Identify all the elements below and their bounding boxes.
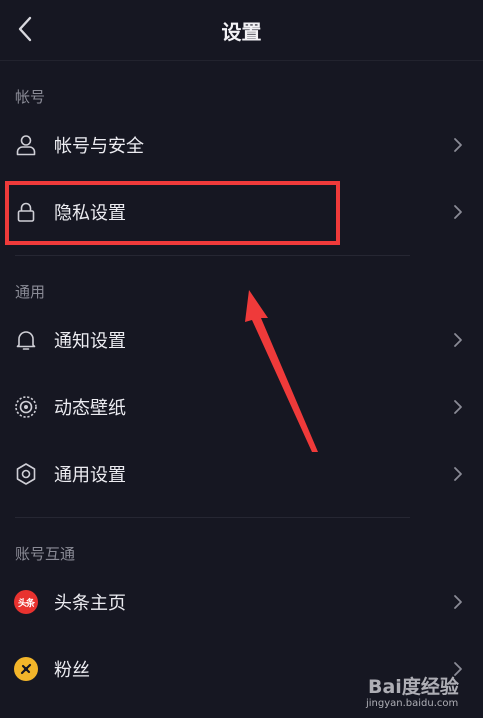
row-toutiao-homepage[interactable]: 头条 头条主页 xyxy=(0,569,483,635)
watermark-brand: Bai度经验 xyxy=(368,676,459,698)
chevron-right-icon xyxy=(454,595,462,609)
bell-icon xyxy=(14,328,38,352)
row-label: 帐号与安全 xyxy=(54,136,144,157)
row-account-security[interactable]: 帐号与安全 xyxy=(0,112,483,178)
divider xyxy=(15,255,410,256)
watermark-url: jingyan.baidu.com xyxy=(366,698,459,709)
row-label: 头条主页 xyxy=(54,593,126,614)
section-label-account: 帐号 xyxy=(15,88,46,106)
divider xyxy=(15,517,410,518)
page-title: 设置 xyxy=(221,20,262,44)
lock-icon xyxy=(14,200,38,224)
chevron-right-icon xyxy=(454,333,462,347)
chevron-right-icon xyxy=(454,205,462,219)
chevron-left-icon xyxy=(18,16,32,42)
toutiao-logo-icon: 头条 xyxy=(14,590,38,614)
back-button[interactable] xyxy=(10,12,40,46)
baidu-jingyan-watermark: Bai度经验 jingyan.baidu.com xyxy=(362,672,480,716)
section-label-linked: 账号互通 xyxy=(15,545,76,563)
user-icon xyxy=(14,133,38,157)
row-label: 通用设置 xyxy=(54,465,126,486)
wallpaper-icon xyxy=(14,395,38,419)
chevron-right-icon xyxy=(454,467,462,481)
gear-icon xyxy=(14,462,38,486)
toutiao-badge: 头条 xyxy=(14,590,38,614)
row-privacy-settings[interactable]: 隐私设置 xyxy=(0,179,483,245)
row-notification-settings[interactable]: 通知设置 xyxy=(0,307,483,373)
section-label-general: 通用 xyxy=(15,283,46,301)
fans-logo-icon xyxy=(14,657,38,681)
row-live-wallpaper[interactable]: 动态壁纸 xyxy=(0,374,483,440)
header: 设置 xyxy=(0,0,483,61)
row-label: 通知设置 xyxy=(54,331,126,352)
chevron-right-icon xyxy=(454,400,462,414)
row-label: 粉丝 xyxy=(54,660,90,681)
chevron-right-icon xyxy=(454,138,462,152)
row-general-settings[interactable]: 通用设置 xyxy=(0,441,483,507)
row-label: 隐私设置 xyxy=(54,203,126,224)
row-label: 动态壁纸 xyxy=(54,398,126,419)
